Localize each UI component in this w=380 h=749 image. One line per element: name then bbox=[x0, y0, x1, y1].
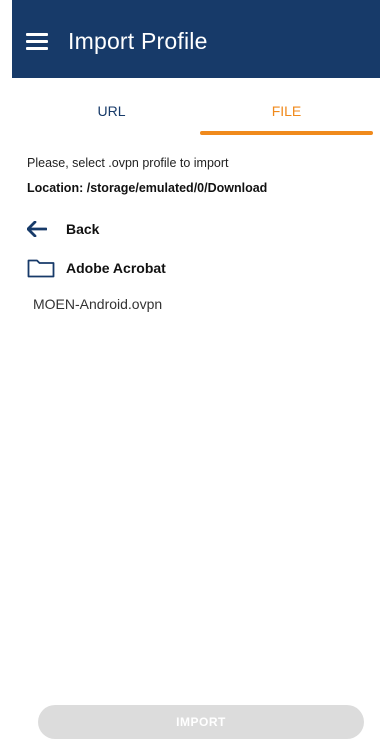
file-item-moen-android-ovpn[interactable]: MOEN-Android.ovpn bbox=[33, 296, 353, 318]
app-bar: Import Profile bbox=[12, 0, 380, 78]
back-button[interactable]: Back bbox=[27, 216, 357, 242]
tab-bar: URL FILE bbox=[12, 78, 380, 138]
location-path: Location: /storage/emulated/0/Download bbox=[27, 181, 268, 195]
folder-item-adobe-acrobat[interactable]: Adobe Acrobat bbox=[27, 255, 357, 281]
tab-url[interactable]: URL bbox=[25, 78, 198, 138]
page-title: Import Profile bbox=[68, 28, 208, 54]
instruction-text: Please, select .ovpn profile to import bbox=[27, 156, 229, 170]
tab-file[interactable]: FILE bbox=[200, 78, 373, 138]
back-label: Back bbox=[66, 221, 100, 237]
import-button[interactable]: IMPORT bbox=[38, 705, 364, 739]
active-tab-indicator bbox=[200, 131, 373, 135]
arrow-left-icon bbox=[27, 221, 47, 237]
folder-label: Adobe Acrobat bbox=[66, 260, 166, 276]
hamburger-menu-icon[interactable] bbox=[26, 33, 48, 50]
folder-icon bbox=[27, 259, 55, 278]
